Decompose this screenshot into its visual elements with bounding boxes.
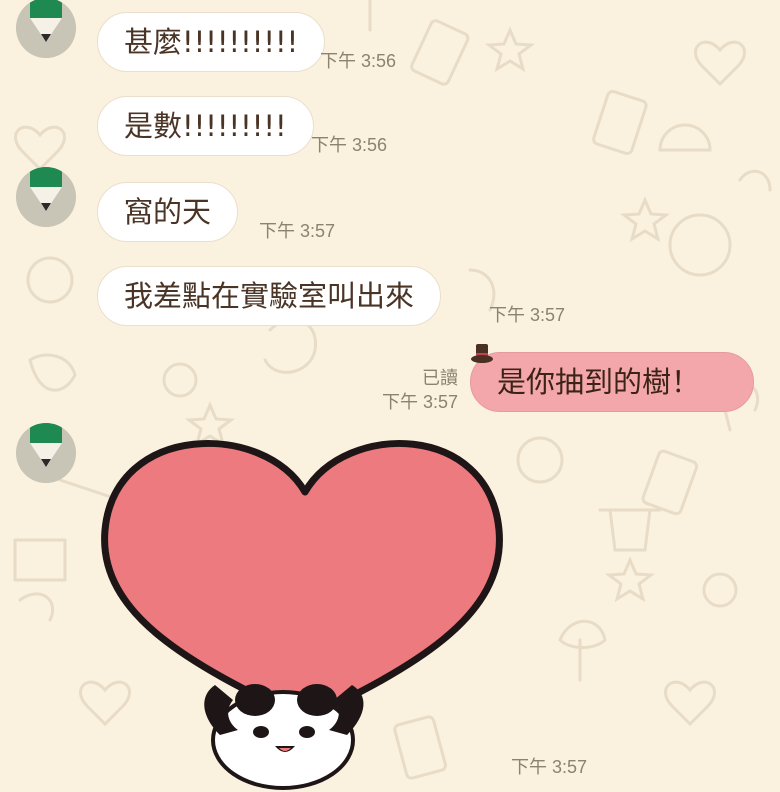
message-time: 下午 3:57 xyxy=(489,305,566,325)
message-time: 下午 3:57 xyxy=(259,221,336,241)
message-bubble[interactable]: 甚麼!!!!!!!!!! xyxy=(97,12,326,72)
message-bubble[interactable]: 窩的天 xyxy=(97,182,239,242)
read-receipt: 已讀 xyxy=(422,368,458,388)
top-hat-icon xyxy=(471,344,493,363)
message-time: 下午 3:56 xyxy=(311,135,388,155)
sticker-time: 下午 3:57 xyxy=(511,757,588,777)
avatar[interactable] xyxy=(16,0,76,58)
outgoing-message-bubble[interactable]: 是你抽到的樹！ xyxy=(470,352,754,412)
avatar[interactable] xyxy=(16,423,76,483)
heart-panda-sticker[interactable] xyxy=(95,430,515,790)
pencil-avatar-icon xyxy=(16,423,76,483)
avatar[interactable] xyxy=(16,167,76,227)
pencil-avatar-icon xyxy=(16,0,76,58)
message-time: 下午 3:56 xyxy=(320,51,397,71)
message-bubble[interactable]: 我差點在實驗室叫出來 xyxy=(97,266,442,326)
outgoing-message-time: 下午 3:57 xyxy=(381,392,458,412)
message-bubble[interactable]: 是數!!!!!!!!! xyxy=(97,96,314,156)
pencil-avatar-icon xyxy=(16,167,76,227)
